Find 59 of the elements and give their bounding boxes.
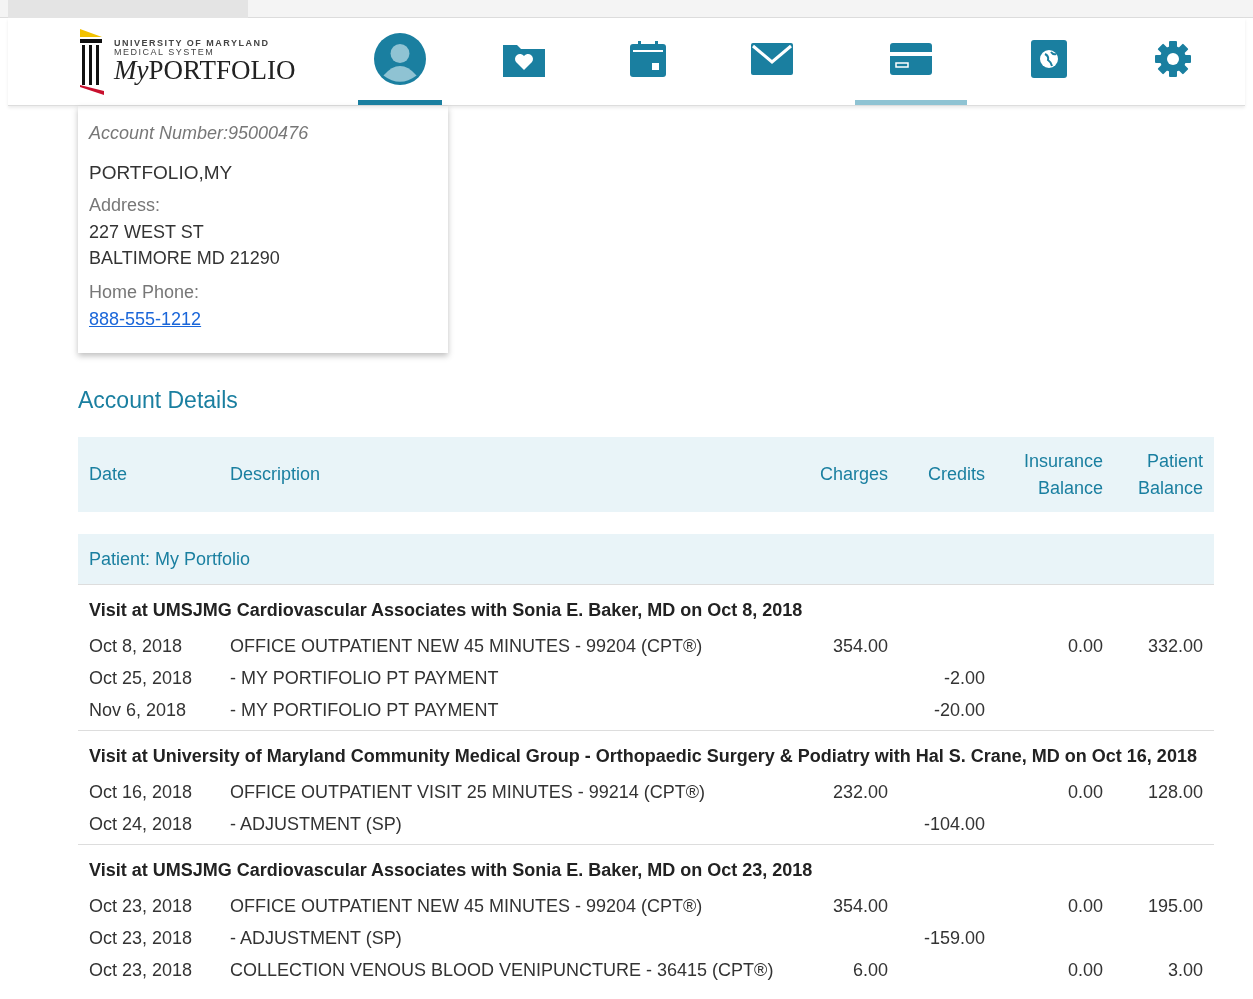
table-cell-text: 195.00	[1146, 894, 1203, 918]
table-cell-text: 332.00	[1146, 634, 1203, 658]
table-cell-text: -159.00	[922, 926, 985, 950]
table-cell-text: OFFICE OUTPATIENT VISIT 25 MINUTES - 99214 (CPT®)	[230, 780, 706, 804]
table-cell-text: 3.00	[1166, 958, 1203, 982]
table-cell-text: 232.00	[831, 780, 888, 804]
credit-card-icon	[889, 43, 932, 75]
logo-icon	[78, 26, 106, 97]
table-cell-text: Oct 23, 2018	[89, 958, 194, 982]
table-cell-text: -2.00	[942, 666, 985, 690]
table-cell-text: -20.00	[932, 698, 985, 722]
table-cell-text: Oct 23, 2018	[89, 894, 194, 918]
mail-icon	[751, 43, 794, 75]
table-cell-text: - ADJUSTMENT (SP)	[230, 926, 403, 950]
calendar-icon	[630, 41, 667, 77]
logo-product-text: MyPORTFOLIO	[114, 57, 296, 84]
table-cell-text: Oct 24, 2018	[89, 812, 194, 836]
table-cell-text: -104.00	[922, 812, 985, 836]
table-cell-text: Oct 23, 2018	[89, 926, 194, 950]
address-line: 227 WEST ST	[89, 220, 205, 244]
visit-title: Visit at UMSJMG Cardiovascular Associates with Sonia E. Baker, MD on Oct 8, 2018	[88, 599, 804, 622]
table-cell-text: Oct 8, 2018	[89, 634, 184, 658]
table-cell-text: OFFICE OUTPATIENT NEW 45 MINUTES - 99204 (CPT®)	[230, 894, 704, 918]
logo-org-sub-text: MEDICAL SYSTEM	[114, 48, 216, 57]
column-header: Date	[89, 463, 129, 486]
patient-label: Patient: My Portfolio	[89, 547, 251, 571]
table-cell-text: 354.00	[831, 634, 888, 658]
table-cell-text: Nov 6, 2018	[89, 698, 188, 722]
phone-link[interactable]: 888-555-1212	[89, 305, 202, 333]
column-header: Insurance Balance	[1022, 449, 1103, 500]
table-cell-text: 0.00	[1066, 780, 1103, 804]
account-name: PORTFOLIO,MY	[89, 161, 234, 185]
visit-title: Visit at UMSJMG Cardiovascular Associates with Sonia E. Baker, MD on Oct 23, 2018	[88, 859, 814, 882]
table-cell-text: Oct 25, 2018	[89, 666, 194, 690]
globe-book-icon	[1030, 40, 1067, 78]
table-cell-text: 0.00	[1066, 958, 1103, 982]
table-cell-text: 354.00	[831, 894, 888, 918]
column-header: Credits	[927, 463, 985, 486]
column-header: Description	[230, 463, 322, 486]
phone-label: Home Phone:	[89, 280, 201, 304]
table-cell-text: - ADJUSTMENT (SP)	[230, 812, 403, 836]
account-number: Account Number:95000476	[89, 122, 310, 145]
table-cell-text: 0.00	[1066, 634, 1103, 658]
table-cell-text: - MY PORTIFOLIO PT PAYMENT	[230, 698, 500, 722]
table-cell-text: - MY PORTIFOLIO PT PAYMENT	[230, 666, 500, 690]
visit-title: Visit at University of Maryland Community Medical Group - Orthopaedic Surgery & Podiatry with Hal S. Crane, MD on Oct 16, 2018	[88, 745, 1198, 768]
column-header: Charges	[818, 463, 888, 486]
section-title: Account Details	[78, 385, 239, 415]
table-cell-text: 0.00	[1066, 894, 1103, 918]
column-header: Patient Balance	[1136, 449, 1203, 500]
address-line: BALTIMORE MD 21290	[89, 246, 281, 270]
table-cell-text: 128.00	[1146, 780, 1203, 804]
settings-icon	[1154, 41, 1191, 77]
table-cell-text: OFFICE OUTPATIENT NEW 45 MINUTES - 99204 (CPT®)	[230, 634, 704, 658]
table-cell-text: COLLECTION VENOUS BLOOD VENIPUNCTURE - 36415 (CPT®)	[230, 958, 775, 982]
table-cell-text: 6.00	[851, 958, 888, 982]
address-label: Address:	[89, 193, 162, 217]
table-cell-text: Oct 16, 2018	[89, 780, 194, 804]
logo-org-text: UNIVERSITY OF MARYLAND	[114, 39, 271, 48]
